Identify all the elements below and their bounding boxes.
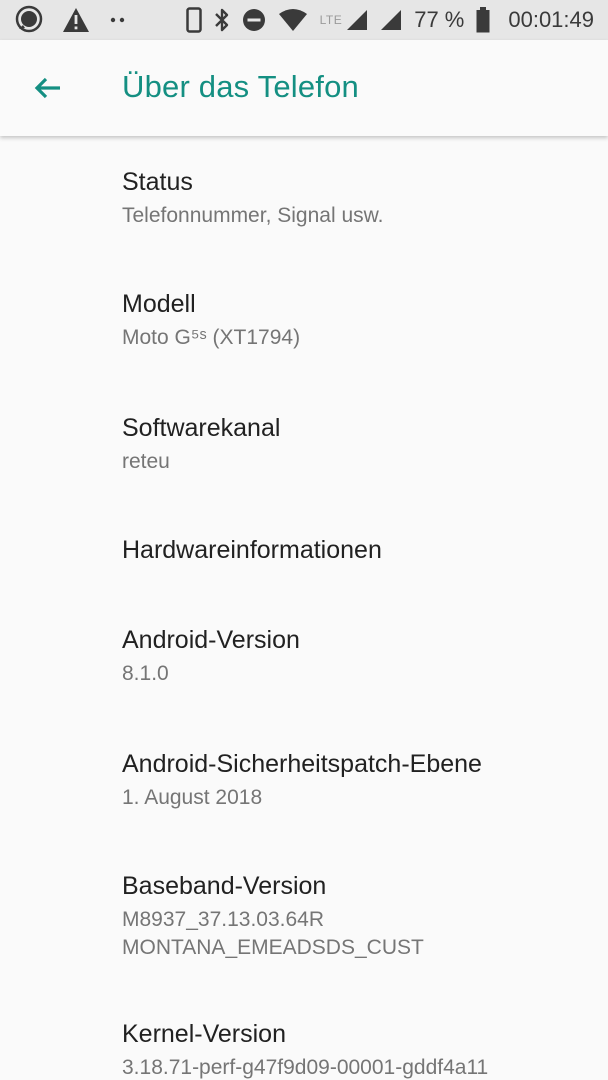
item-subtitle: 8.1.0 <box>122 662 169 685</box>
network-type-label: LTE <box>319 13 343 27</box>
item-subtitle: Telefonnummer, Signal usw. <box>122 204 384 227</box>
item-subtitle-line-2: MONTANA_EMEADSDS_CUST <box>122 936 424 959</box>
app-bar: Über das Telefon <box>0 40 608 136</box>
do-not-disturb-icon <box>242 8 266 32</box>
item-subtitle: reteu <box>122 450 170 473</box>
bluetooth-icon <box>214 7 230 33</box>
status-bar-right: LTE 77 % 00:01:49 <box>185 0 594 40</box>
message-icon <box>14 5 44 35</box>
arrow-back-icon <box>34 77 60 99</box>
item-title: Status <box>122 168 193 196</box>
signal-icon <box>346 9 368 31</box>
item-title: Android-Sicherheitspatch-Ebene <box>122 750 482 778</box>
status-bar: LTE 77 % 00:01:49 <box>0 0 608 40</box>
back-button[interactable] <box>28 68 68 108</box>
item-title: Kernel-Version <box>122 1020 286 1048</box>
battery-icon <box>476 7 490 33</box>
list-item-kernel-version[interactable]: Kernel-Version 3.18.71-perf-g47f9d09-000… <box>0 990 608 1080</box>
list-item-software-channel[interactable]: Softwarekanal reteu <box>0 382 608 504</box>
list-item-hardware-info[interactable]: Hardwareinformationen <box>0 504 608 594</box>
phone-icon <box>185 7 202 33</box>
signal-icon-2 <box>380 9 402 31</box>
item-subtitle: 1. August 2018 <box>122 786 263 809</box>
page-title: Über das Telefon <box>122 69 360 104</box>
battery-percent: 77 % <box>414 7 465 32</box>
item-title: Android-Version <box>122 626 300 654</box>
more-dots-icon <box>108 15 128 25</box>
list-item-android-version[interactable]: Android-Version 8.1.0 <box>0 594 608 718</box>
item-subtitle: Moto G⁵ˢ (XT1794) <box>122 326 301 349</box>
item-subtitle: 3.18.71-perf-g47f9d09-00001-gddf4a11 <box>122 1056 489 1079</box>
item-title: Modell <box>122 290 196 318</box>
list-item-security-patch[interactable]: Android-Sicherheitspatch-Ebene 1. August… <box>0 718 608 840</box>
list-item-baseband-version[interactable]: Baseband-Version M8937_37.13.03.64R MONT… <box>0 840 608 990</box>
item-title: Baseband-Version <box>122 872 327 900</box>
wifi-icon <box>278 8 308 32</box>
list-item-status[interactable]: Status Telefonnummer, Signal usw. <box>0 136 608 258</box>
status-bar-left <box>14 0 128 40</box>
item-subtitle: M8937_37.13.03.64R <box>122 908 324 931</box>
item-title: Softwarekanal <box>122 414 281 442</box>
warning-icon <box>62 7 90 33</box>
item-title: Hardwareinformationen <box>122 536 382 564</box>
list-item-model[interactable]: Modell Moto G⁵ˢ (XT1794) <box>0 258 608 382</box>
clock: 00:01:49 <box>508 7 594 32</box>
